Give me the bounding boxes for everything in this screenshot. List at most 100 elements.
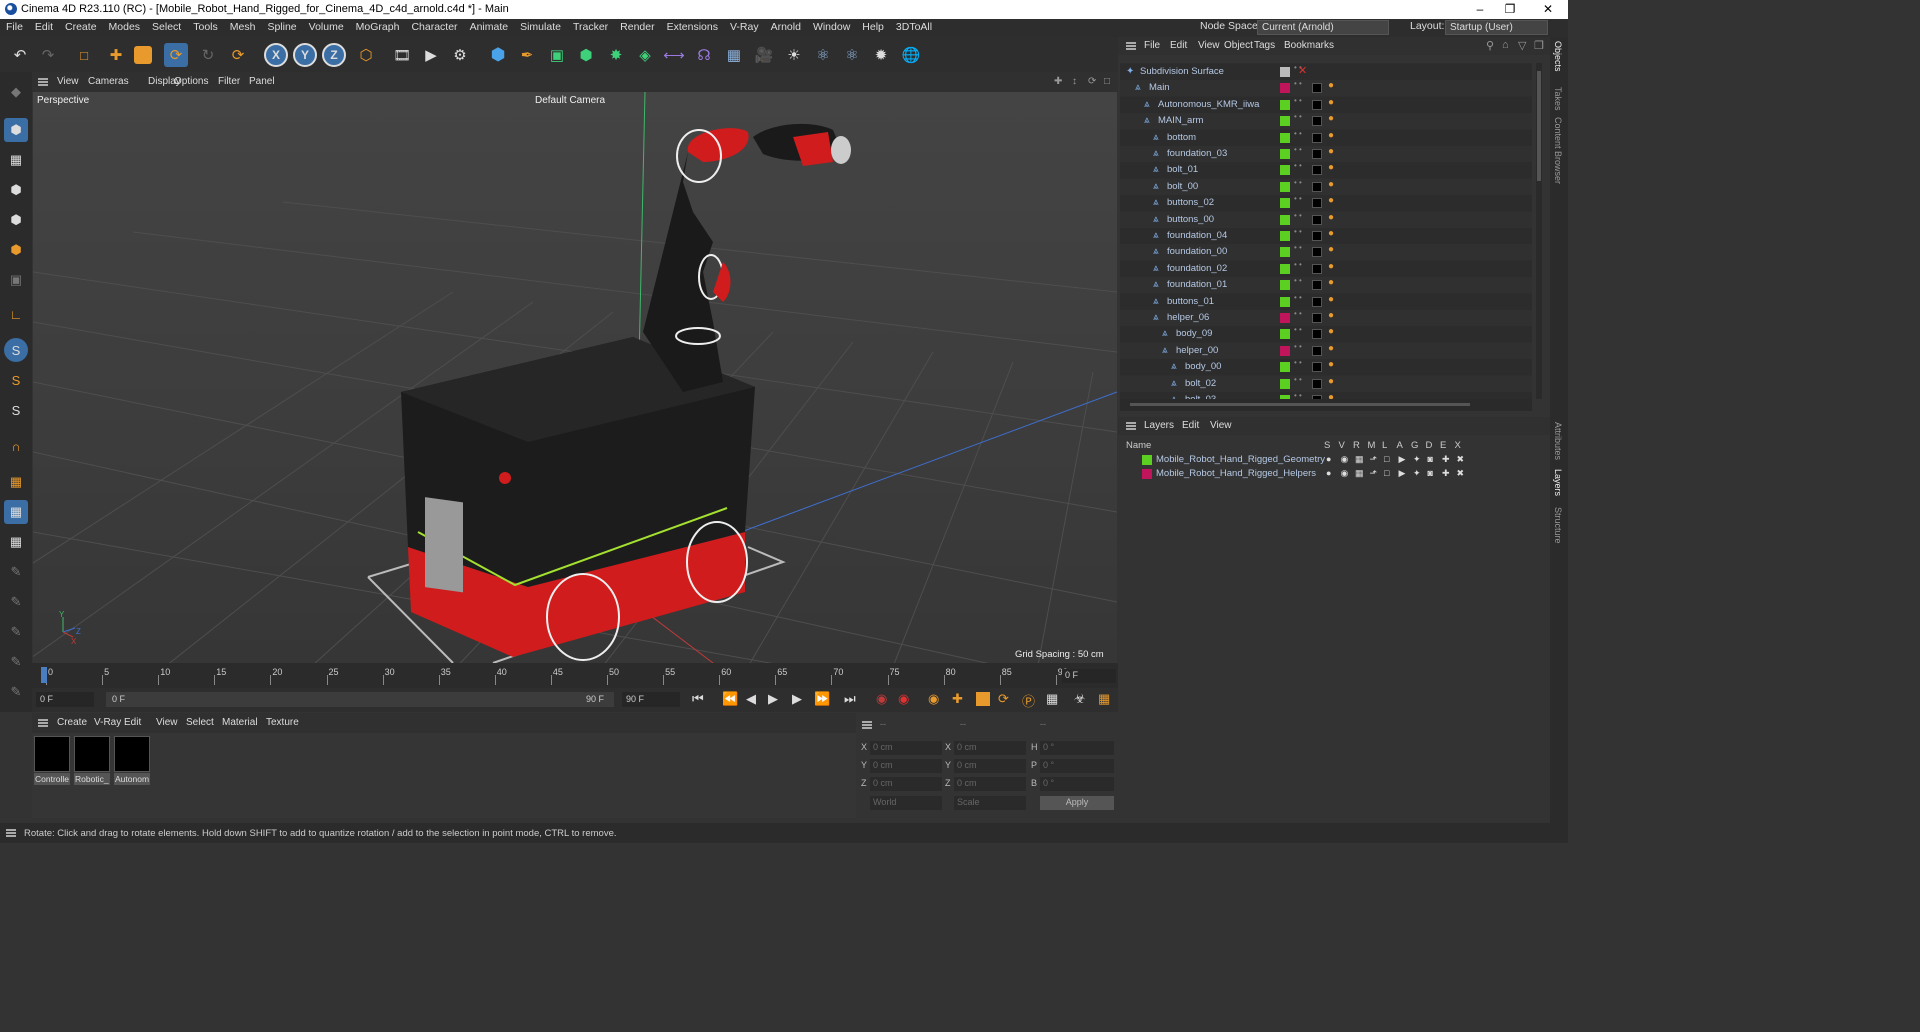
extrude-icon[interactable]: ⬢ bbox=[574, 43, 598, 67]
move-icon[interactable]: ✚ bbox=[104, 43, 128, 67]
menu-animate[interactable]: Animate bbox=[464, 19, 515, 33]
object-name[interactable]: bottom bbox=[1167, 132, 1196, 143]
viewport-menu-view[interactable]: View bbox=[57, 76, 79, 87]
light-icon[interactable]: ☀ bbox=[782, 43, 806, 67]
menu-volume[interactable]: Volume bbox=[303, 19, 350, 33]
floor-icon[interactable]: ▦ bbox=[722, 43, 746, 67]
orbit-icon[interactable]: ⟳ bbox=[1088, 76, 1096, 87]
layer-color-swatch[interactable] bbox=[1280, 378, 1290, 389]
material-tag-icon[interactable] bbox=[1312, 313, 1322, 323]
object-row[interactable]: ⩓ foundation_03 • • ● bbox=[1120, 146, 1532, 162]
snap-icon[interactable]: S bbox=[4, 338, 28, 362]
key-rotation-icon[interactable]: ⟳ bbox=[998, 691, 1009, 707]
motion-path-icon[interactable]: ☣ bbox=[1074, 691, 1086, 707]
menu-edit[interactable]: Edit bbox=[29, 19, 59, 33]
tag-icon[interactable]: ● bbox=[1328, 277, 1334, 288]
layer-color-swatch[interactable] bbox=[1280, 362, 1290, 373]
quantize-icon[interactable]: S bbox=[4, 398, 28, 422]
z-axis-icon[interactable]: Z bbox=[322, 43, 346, 67]
layer-color-swatch[interactable] bbox=[1280, 149, 1290, 159]
menu-character[interactable]: Character bbox=[405, 19, 463, 33]
layer-color-swatch[interactable] bbox=[1280, 132, 1290, 143]
apply-button[interactable]: Apply bbox=[1040, 796, 1114, 810]
material-tag-icon[interactable] bbox=[1312, 296, 1322, 307]
hscroll-thumb[interactable] bbox=[1130, 403, 1470, 406]
menu-window[interactable]: Window bbox=[807, 19, 856, 33]
object-row[interactable]: ⩓ buttons_02 • • ● bbox=[1120, 195, 1532, 212]
object-row[interactable]: ⩓ bolt_02 • • ● bbox=[1120, 375, 1532, 392]
layer-flag-icon[interactable]: ⬏ bbox=[1370, 468, 1378, 479]
object-name[interactable]: foundation_00 bbox=[1167, 246, 1227, 257]
side-tab-takes[interactable]: Takes bbox=[1553, 87, 1563, 111]
material-label[interactable]: Autonom bbox=[114, 773, 150, 785]
material-tag-icon[interactable] bbox=[1312, 214, 1322, 225]
object-row[interactable]: ⩓ Main • • ● bbox=[1120, 80, 1532, 97]
object-row[interactable]: ⩓ foundation_01 • • ● bbox=[1120, 277, 1532, 294]
viewport-menu-cameras[interactable]: Cameras bbox=[88, 76, 129, 87]
coord-rot-field[interactable]: 0 ° bbox=[1040, 759, 1114, 773]
coord-scale-dropdown[interactable]: Scale bbox=[954, 796, 1026, 810]
layer-flag-icon[interactable]: ✖ bbox=[1457, 468, 1465, 479]
disabled-icon[interactable]: ✕ bbox=[1298, 64, 1307, 77]
key-pla-icon[interactable]: ▦ bbox=[1046, 691, 1058, 707]
object-name[interactable]: foundation_01 bbox=[1167, 279, 1227, 290]
tag-icon[interactable]: ● bbox=[1328, 294, 1334, 305]
paint-icon[interactable]: ✎ bbox=[4, 590, 28, 614]
object-name[interactable]: Main bbox=[1149, 82, 1170, 93]
mograph-cloner-icon[interactable]: ◈ bbox=[633, 43, 657, 67]
material-tag-icon[interactable] bbox=[1312, 280, 1322, 291]
object-row[interactable]: ⩓ bottom • • ● bbox=[1120, 129, 1532, 146]
material-tag-icon[interactable] bbox=[1312, 165, 1322, 176]
menu-arnold[interactable]: Arnold bbox=[765, 19, 807, 33]
make-editable-icon[interactable]: ◆ bbox=[4, 80, 28, 104]
layer-color-swatch[interactable] bbox=[1280, 329, 1290, 340]
dolly-icon[interactable]: ↕ bbox=[1072, 76, 1077, 87]
layer-name[interactable]: Mobile_Robot_Hand_Rigged_Helpers bbox=[1156, 468, 1316, 479]
coord-pos-field[interactable]: 0 cm bbox=[870, 777, 942, 791]
close-icon[interactable]: ✕ bbox=[1540, 2, 1556, 16]
hair-icon[interactable]: ✎ bbox=[4, 680, 28, 704]
python-icon[interactable]: ⚛ bbox=[811, 43, 835, 67]
layer-color-swatch[interactable] bbox=[1280, 280, 1290, 291]
coord-mode-dropdown[interactable]: World bbox=[870, 796, 942, 810]
visibility-dots-icon[interactable]: • • bbox=[1294, 96, 1302, 104]
visibility-dots-icon[interactable]: • • bbox=[1294, 244, 1302, 252]
goto-end-icon[interactable]: ⏭ bbox=[844, 691, 856, 707]
material-swatch[interactable] bbox=[34, 736, 70, 772]
tag-icon[interactable]: ● bbox=[1328, 212, 1334, 223]
node-space-dropdown[interactable]: Current (Arnold) bbox=[1257, 20, 1389, 35]
maximize-icon[interactable]: ❐ bbox=[1502, 2, 1518, 16]
python-script-icon[interactable]: ⚛ bbox=[840, 43, 864, 67]
object-row[interactable]: ⩓ helper_00 • • ● bbox=[1120, 342, 1532, 359]
coordinate-system-icon[interactable]: ⬡ bbox=[354, 43, 378, 67]
visibility-dots-icon[interactable]: • • bbox=[1294, 146, 1302, 154]
object-name[interactable]: MAIN_arm bbox=[1158, 115, 1203, 126]
layer-color-swatch[interactable] bbox=[1280, 165, 1290, 176]
auto-key-icon[interactable]: ◉ bbox=[898, 691, 909, 707]
minimize-icon[interactable]: – bbox=[1472, 2, 1488, 16]
tag-icon[interactable]: ● bbox=[1328, 244, 1334, 255]
layer-flag-icon[interactable]: ✦ bbox=[1413, 468, 1421, 479]
layer-flag-icon[interactable]: ✚ bbox=[1442, 454, 1450, 465]
object-row[interactable]: ⩓ helper_06 • • ● bbox=[1120, 310, 1532, 326]
pan-icon[interactable]: ✚ bbox=[1054, 76, 1062, 87]
menu-simulate[interactable]: Simulate bbox=[514, 19, 567, 33]
tag-icon[interactable]: ● bbox=[1328, 343, 1334, 354]
menu-mograph[interactable]: MoGraph bbox=[350, 19, 406, 33]
layer-color-swatch[interactable] bbox=[1280, 198, 1290, 209]
key-mode-icon[interactable]: ◉ bbox=[928, 691, 939, 707]
next-frame-icon[interactable]: ▶ bbox=[792, 691, 802, 707]
coord-rot-field[interactable]: 0 ° bbox=[1040, 777, 1114, 791]
layer-menu-view[interactable]: View bbox=[1210, 420, 1232, 431]
tag-icon[interactable]: ● bbox=[1328, 261, 1334, 272]
symmetry-icon[interactable]: ⟷ bbox=[662, 43, 686, 67]
visibility-dots-icon[interactable]: • • bbox=[1294, 195, 1302, 203]
material-tag-icon[interactable] bbox=[1312, 83, 1322, 94]
layer-name[interactable]: Mobile_Robot_Hand_Rigged_Geometry bbox=[1156, 454, 1325, 465]
tag-icon[interactable]: ● bbox=[1328, 392, 1334, 399]
transform-icon[interactable]: ⟳ bbox=[226, 43, 250, 67]
object-tree-hscrollbar[interactable] bbox=[1120, 399, 1532, 411]
side-tab-structure[interactable]: Structure bbox=[1553, 507, 1563, 544]
coordinates-menu-icon[interactable] bbox=[862, 721, 872, 729]
menu-modes[interactable]: Modes bbox=[103, 19, 147, 33]
